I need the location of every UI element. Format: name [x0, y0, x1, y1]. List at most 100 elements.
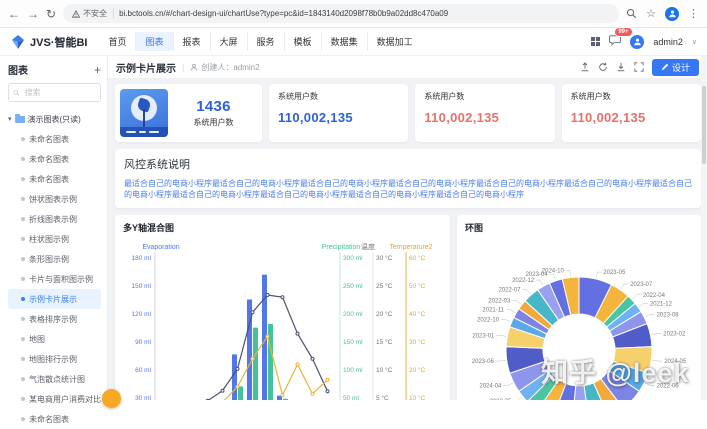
messages-button[interactable]: 99+ — [609, 33, 621, 51]
chart-dot-icon — [21, 377, 25, 381]
svg-text:120 ml: 120 ml — [131, 311, 151, 318]
tree-item[interactable]: 地图排行示例 — [8, 349, 101, 369]
download-icon[interactable] — [616, 62, 626, 72]
nav-item-1[interactable]: 图表 — [135, 32, 172, 51]
search-icon — [13, 89, 20, 97]
tree-item[interactable]: 气泡散点统计图 — [8, 369, 101, 389]
refresh-icon[interactable] — [598, 62, 608, 72]
search-input[interactable] — [23, 87, 96, 98]
svg-text:Precipitation: Precipitation — [322, 244, 361, 251]
chart-dot-icon — [21, 277, 25, 281]
nav-item-7[interactable]: 数据加工 — [367, 32, 422, 51]
tree-item[interactable]: 示例卡片展示 — [8, 289, 101, 309]
app-logo-icon[interactable] — [10, 34, 26, 50]
nav-item-3[interactable]: 大屏 — [210, 32, 247, 51]
tree-item[interactable]: 未命名图表 — [8, 409, 101, 429]
screen: { "browser": { "back_icon": "←", "forwar… — [0, 0, 707, 400]
browser-back-button[interactable]: ← — [8, 8, 20, 20]
person-icon — [190, 63, 198, 71]
svg-text:50 ml: 50 ml — [343, 395, 359, 400]
browser-reload-button[interactable]: ↻ — [46, 8, 56, 20]
nav-item-0[interactable]: 首页 — [99, 32, 135, 51]
tree-item[interactable]: 柱状图示例 — [8, 229, 101, 249]
chevron-down-icon[interactable]: ∨ — [692, 38, 697, 46]
creator-info: 创建人：admin2 — [190, 62, 259, 73]
browser-profile-avatar[interactable] — [665, 7, 679, 21]
notice-card: 风控系统说明 最适合自己的电商小程序最适合自己的电商小程序最适合自己的电商小程序… — [115, 149, 701, 208]
person-icon — [633, 37, 642, 46]
tree-item[interactable]: 饼状图表示例 — [8, 189, 101, 209]
svg-text:2022-12: 2022-12 — [512, 278, 535, 284]
pencil-icon — [661, 63, 669, 71]
zoom-icon[interactable] — [626, 8, 637, 19]
svg-text:2023-07: 2023-07 — [630, 282, 653, 288]
svg-text:2024-04: 2024-04 — [479, 384, 502, 390]
stat-card: 系统用户数110,002,135 — [269, 84, 408, 142]
nav-item-2[interactable]: 报表 — [173, 32, 210, 51]
stat-title: 系统用户数 — [278, 91, 399, 102]
message-count-badge: 99+ — [614, 27, 632, 37]
bookmark-star-icon[interactable]: ☆ — [646, 7, 656, 20]
page-scrollbar[interactable] — [701, 56, 707, 400]
sidebar-search[interactable] — [8, 83, 101, 102]
tree-item-label: 表格排序示例 — [29, 314, 77, 325]
tree-folder-demo-charts[interactable]: ▾ 演示图表(只读) — [8, 109, 101, 129]
chart-dot-icon — [21, 237, 25, 241]
chart-dot-icon — [21, 177, 25, 181]
app-title[interactable]: JVS·智能BI — [30, 34, 87, 50]
page-title: 示例卡片展示 — [116, 60, 176, 75]
tree-item-label: 柱状图示例 — [29, 234, 69, 245]
add-chart-button[interactable]: + — [94, 65, 101, 75]
svg-text:150 ml: 150 ml — [131, 283, 151, 290]
stat-card: 系统用户数110,002,135 — [415, 84, 554, 142]
svg-text:2023-08: 2023-08 — [657, 312, 680, 318]
nav-item-6[interactable]: 数据集 — [321, 32, 367, 51]
browser-menu-icon[interactable]: ⋮ — [688, 7, 699, 20]
nav-item-4[interactable]: 服务 — [247, 32, 284, 51]
chart-dot-icon — [21, 257, 25, 261]
export-icon[interactable] — [580, 62, 590, 72]
card-illustration — [120, 89, 168, 137]
svg-text:300 ml: 300 ml — [343, 255, 363, 262]
chart-dot-icon — [21, 317, 25, 321]
svg-text:2023-05: 2023-05 — [603, 270, 626, 276]
tree-item[interactable]: 某电商用户消费对比分析 — [8, 389, 101, 409]
tree-item[interactable]: 地图 — [8, 329, 101, 349]
stat-value: 110,002,135 — [424, 110, 545, 125]
svg-text:5 °C: 5 °C — [376, 394, 389, 400]
tree-item[interactable]: 表格排序示例 — [8, 309, 101, 329]
svg-text:2022-03: 2022-03 — [488, 298, 511, 304]
svg-text:2021-12: 2021-12 — [650, 301, 673, 307]
fullscreen-icon[interactable] — [634, 62, 644, 72]
creator-label: 创建人：admin2 — [201, 62, 259, 73]
security-chip[interactable]: 不安全 — [72, 8, 114, 19]
username[interactable]: admin2 — [653, 37, 683, 47]
stat-card: 系统用户数110,002,135 — [562, 84, 701, 142]
tree-item[interactable]: 未命名图表 — [8, 129, 101, 149]
tree-item-label: 饼状图表示例 — [29, 194, 77, 205]
tree-item[interactable]: 未命名图表 — [8, 169, 101, 189]
floating-assistant-button[interactable] — [102, 389, 121, 408]
app-header: JVS·智能BI 首页图表报表大屏服务模板数据集数据加工 99+ admin2 … — [0, 28, 707, 56]
browser-forward-button[interactable]: → — [27, 8, 39, 20]
stat-value: 110,002,135 — [571, 110, 692, 125]
svg-text:25 °C: 25 °C — [376, 282, 393, 290]
svg-text:2021-11: 2021-11 — [482, 308, 504, 314]
sidebar-title: 图表 — [8, 62, 28, 77]
tree-item[interactable]: 折线图表示例 — [8, 209, 101, 229]
tree-item[interactable]: 条形图示例 — [8, 249, 101, 269]
scrollbar-thumb[interactable] — [702, 86, 706, 164]
design-button[interactable]: 设计 — [652, 59, 699, 76]
user-avatar[interactable] — [630, 35, 644, 49]
address-bar[interactable]: 不安全 bi.bctools.cn/#/chart-design-ui/char… — [63, 4, 619, 23]
svg-text:30 °C: 30 °C — [376, 254, 393, 262]
svg-text:2023-01: 2023-01 — [472, 333, 495, 339]
svg-text:50 °C: 50 °C — [409, 282, 426, 290]
svg-text:30 ml: 30 ml — [135, 395, 151, 400]
hero-stat-card: 1436 系统用户数 — [115, 84, 262, 142]
chart-dot-icon — [21, 157, 25, 161]
nav-item-5[interactable]: 模板 — [284, 32, 321, 51]
apps-grid-icon[interactable] — [591, 37, 600, 46]
tree-item[interactable]: 卡片与面积图示例 — [8, 269, 101, 289]
tree-item[interactable]: 未命名图表 — [8, 149, 101, 169]
